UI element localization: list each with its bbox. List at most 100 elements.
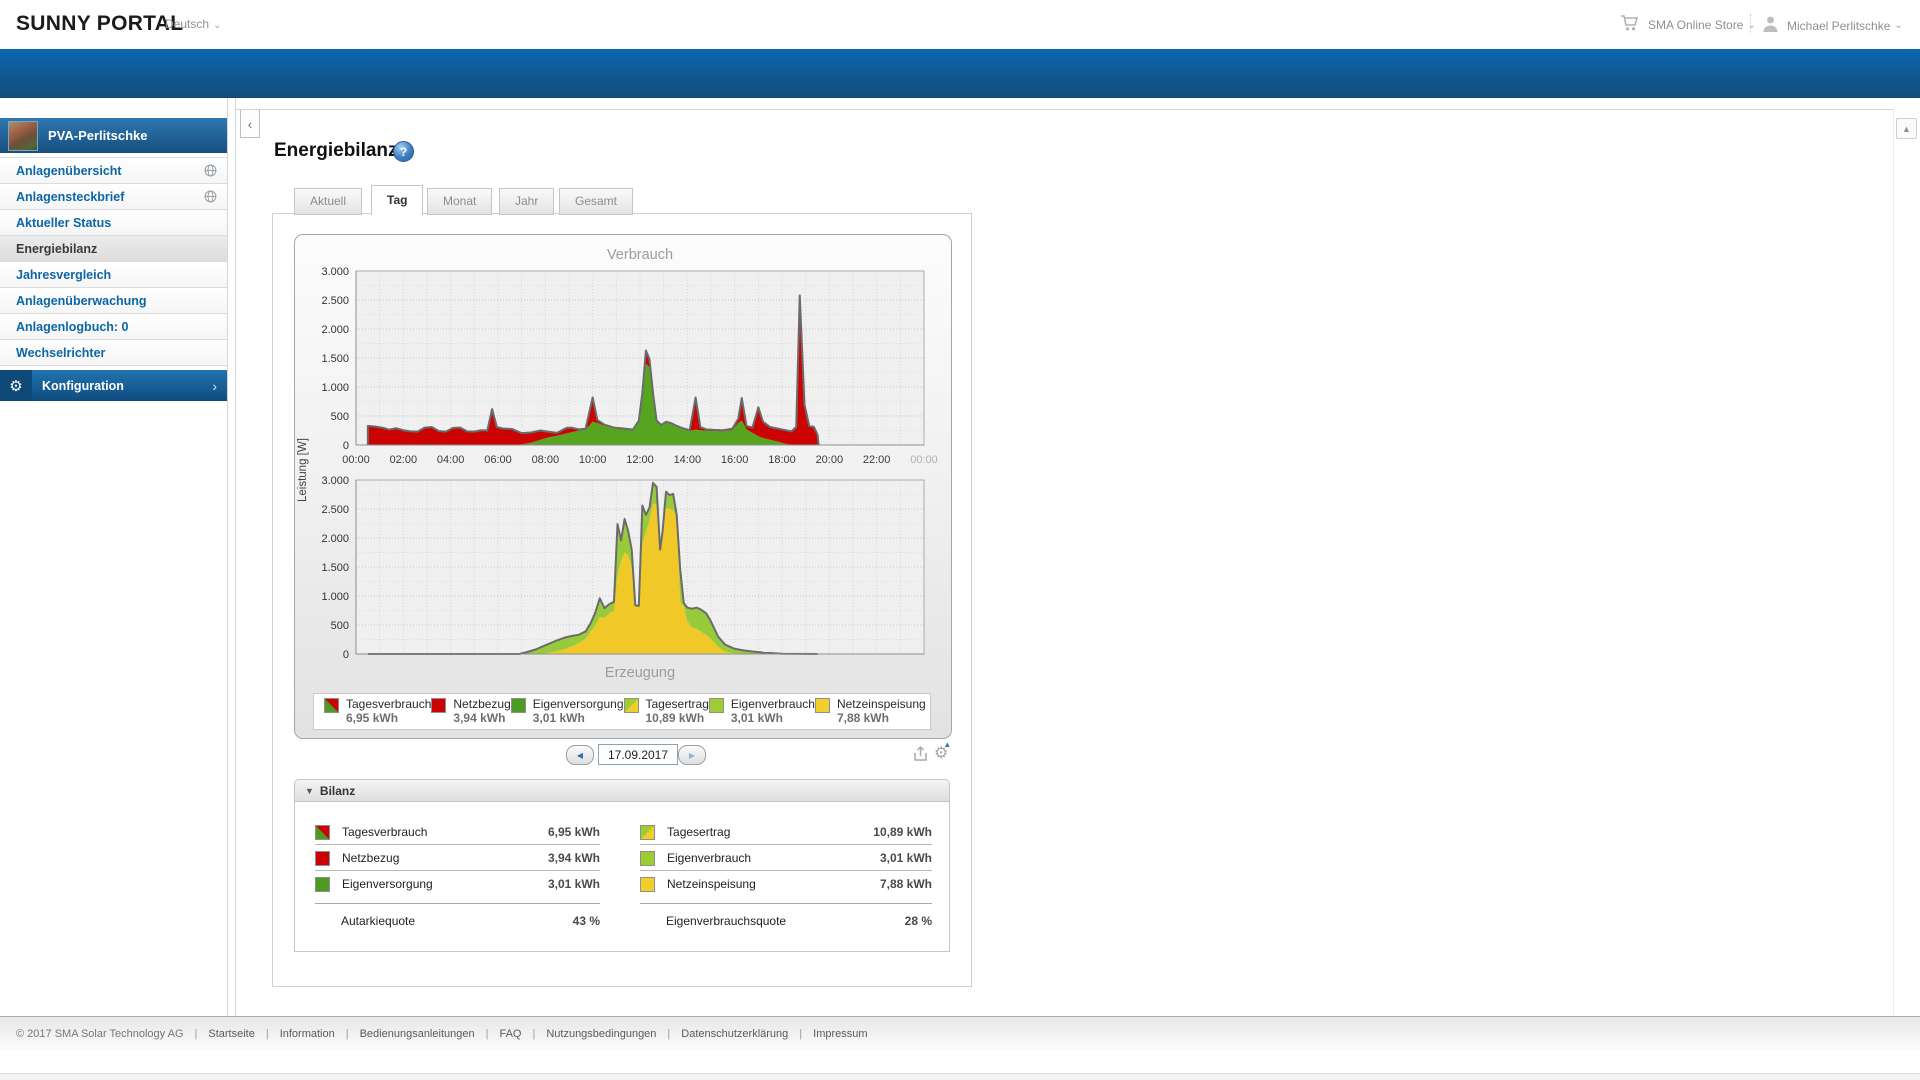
sidebar-item-anlagenueberwachung[interactable]: Anlagenüberwachung	[0, 288, 227, 314]
bilanz-label: Tagesertrag	[667, 824, 731, 839]
bilanz-value: 10,89 kWh	[873, 824, 932, 839]
legend-label: Netzbezug	[453, 697, 511, 711]
svg-text:2.000: 2.000	[321, 533, 349, 545]
svg-text:1.500: 1.500	[321, 353, 349, 365]
legend-item-eigenverbrauch: Eigenverbrauch 3,01 kWh	[708, 697, 815, 726]
tab-monat[interactable]: Monat	[427, 188, 493, 215]
bilanz-label: Eigenverbrauch	[667, 850, 752, 865]
sidebar-item-label: Anlagenlogbuch: 0	[16, 319, 129, 334]
legend-value: 3,94 kWh	[453, 711, 506, 725]
bilanz-value: 6,95 kWh	[547, 824, 601, 839]
tab-gesamt[interactable]: Gesamt	[559, 188, 634, 215]
bilanz-header[interactable]: ▼ Bilanz	[294, 779, 950, 802]
sidebar-item-label: Jahresvergleich	[16, 267, 112, 282]
konfiguration-label: Konfiguration	[42, 378, 124, 393]
legend-item-tagesertrag: Tagesertrag 10,89 kWh	[623, 697, 709, 726]
footer-link-nutzungsbedingungen[interactable]: Nutzungsbedingungen	[521, 1028, 656, 1040]
tab-tag[interactable]: Tag	[371, 185, 424, 215]
sidebar-item-anlagensteckbrief[interactable]: Anlagensteckbrief	[0, 184, 227, 210]
svg-text:12:00: 12:00	[626, 454, 654, 466]
chevron-down-icon: ⌄	[1894, 20, 1903, 31]
svg-text:0: 0	[343, 440, 349, 452]
bilanz-row-eigenverbrauch: Eigenverbrauch 3,01 kWh	[640, 845, 932, 871]
svg-text:Verbrauch: Verbrauch	[607, 247, 673, 263]
language-selector[interactable]: Deutsch ⌄	[165, 17, 221, 31]
eigenverbrauch-swatch	[640, 850, 656, 866]
svg-text:2.000: 2.000	[321, 324, 349, 336]
help-icon[interactable]: ?	[393, 141, 414, 162]
sidebar-item-jahresvergleich[interactable]: Jahresvergleich	[0, 262, 227, 288]
footer: © 2017 SMA Solar Technology AG Startseit…	[0, 1016, 1920, 1050]
legend-value: 3,01 kWh	[532, 711, 585, 725]
content-left-border	[235, 98, 236, 1016]
svg-text:500: 500	[331, 620, 349, 632]
sunny-portal-page: SUNNY PORTAL Deutsch ⌄ SMA Online Store ⌄…	[0, 0, 1920, 1080]
sidebar-item-energiebilanz[interactable]: Energiebilanz	[0, 236, 227, 262]
footer-link-faq[interactable]: FAQ	[475, 1028, 521, 1040]
bilanz-value: 43 %	[572, 914, 601, 928]
svg-text:500: 500	[331, 411, 349, 423]
collapse-triangle-icon: ▼	[305, 785, 314, 796]
bilanz-separator	[640, 903, 932, 904]
svg-text:22:00: 22:00	[863, 454, 891, 466]
svg-text:3.000: 3.000	[321, 266, 349, 278]
sidebar-item-anlagenuebersicht[interactable]: Anlagenübersicht	[0, 157, 227, 184]
svg-text:3.000: 3.000	[321, 475, 349, 487]
erzeugung-chart: 0 500 1.000 1.500 2.000 2.500 3.000 Erzeugung	[321, 475, 925, 681]
svg-text:1.500: 1.500	[321, 562, 349, 574]
svg-text:04:00: 04:00	[437, 454, 465, 466]
bilanz-left-column: Tagesverbrauch 6,95 kWh Netzbezug 3,94 k…	[315, 819, 601, 951]
plant-header[interactable]: PVA-Perlitschke	[0, 118, 227, 153]
sidebar-item-wechselrichter[interactable]: Wechselrichter	[0, 340, 227, 366]
export-icon[interactable]	[912, 745, 929, 767]
bilanz-row-netzbezug: Netzbezug 3,94 kWh	[315, 845, 601, 871]
tab-jahr[interactable]: Jahr	[499, 188, 555, 215]
next-day-button[interactable]: ▶	[678, 745, 706, 765]
bilanz-value: 3,01 kWh	[879, 850, 932, 865]
legend-label: Tagesverbrauch	[346, 697, 432, 711]
sidebar-item-label: Anlagenüberwachung	[16, 293, 147, 308]
svg-text:0: 0	[343, 649, 349, 661]
legend-value: 3,01 kWh	[730, 711, 783, 725]
plant-name: PVA-Perlitschke	[48, 128, 148, 143]
bilanz-label: Eigenversorgung	[342, 876, 433, 891]
tagesverbrauch-swatch	[324, 698, 339, 713]
globe-icon	[204, 164, 217, 182]
sidebar-menu: Anlagenübersicht Anlagensteckbrief Aktue…	[0, 157, 227, 366]
svg-text:10:00: 10:00	[579, 454, 607, 466]
sma-online-store-menu[interactable]: SMA Online Store ⌄	[1620, 15, 1756, 35]
chart-settings-icon[interactable]: ⚙ ▲	[934, 740, 951, 763]
netzeinspeisung-swatch	[814, 698, 830, 713]
sidebar-item-anlagenlogbuch[interactable]: Anlagenlogbuch: 0	[0, 314, 227, 340]
sidebar-item-konfiguration[interactable]: ⚙ Konfiguration ›	[0, 370, 227, 401]
footer-link-impressum[interactable]: Impressum	[788, 1028, 867, 1040]
footer-link-datenschutzerklaerung[interactable]: Datenschutzerklärung	[656, 1028, 788, 1040]
footer-link-bedienungsanleitungen[interactable]: Bedienungsanleitungen	[335, 1028, 475, 1040]
bilanz-title: Bilanz	[319, 783, 356, 798]
svg-text:08:00: 08:00	[532, 454, 560, 466]
tab-aktuell[interactable]: Aktuell	[294, 188, 363, 215]
user-icon	[1762, 15, 1779, 36]
footer-link-startseite[interactable]: Startseite	[184, 1028, 254, 1040]
sidebar-collapse-button[interactable]: ‹	[240, 110, 260, 138]
scroll-up-button[interactable]: ▲	[1896, 118, 1917, 139]
header-divider	[1750, 14, 1751, 34]
language-label: Deutsch	[165, 17, 210, 31]
date-input[interactable]	[598, 744, 678, 765]
plant-photo	[8, 120, 38, 151]
y-axis-label: Leistung [W]	[297, 438, 309, 502]
eigenversorgung-swatch	[510, 698, 526, 713]
sunny-portal-logo[interactable]: SUNNY PORTAL	[16, 12, 183, 36]
sidebar-item-aktueller-status[interactable]: Aktueller Status	[0, 210, 227, 236]
blue-nav-band	[0, 49, 1920, 98]
svg-text:02:00: 02:00	[390, 454, 418, 466]
user-menu[interactable]: Michael Perlitschke ⌄	[1762, 15, 1903, 36]
sidebar-item-label: Anlagensteckbrief	[16, 189, 125, 204]
footer-link-information[interactable]: Information	[255, 1028, 335, 1040]
legend-item-netzeinspeisung: Netzeinspeisung 7,88 kWh	[814, 697, 926, 726]
legend-item-eigenversorgung: Eigenversorgung 3,01 kWh	[510, 697, 624, 726]
previous-day-button[interactable]: ◀	[566, 745, 594, 765]
legend-label: Tagesertrag	[645, 697, 709, 711]
sidebar-item-label: Anlagenübersicht	[16, 163, 122, 178]
tagesertrag-swatch	[640, 824, 656, 840]
